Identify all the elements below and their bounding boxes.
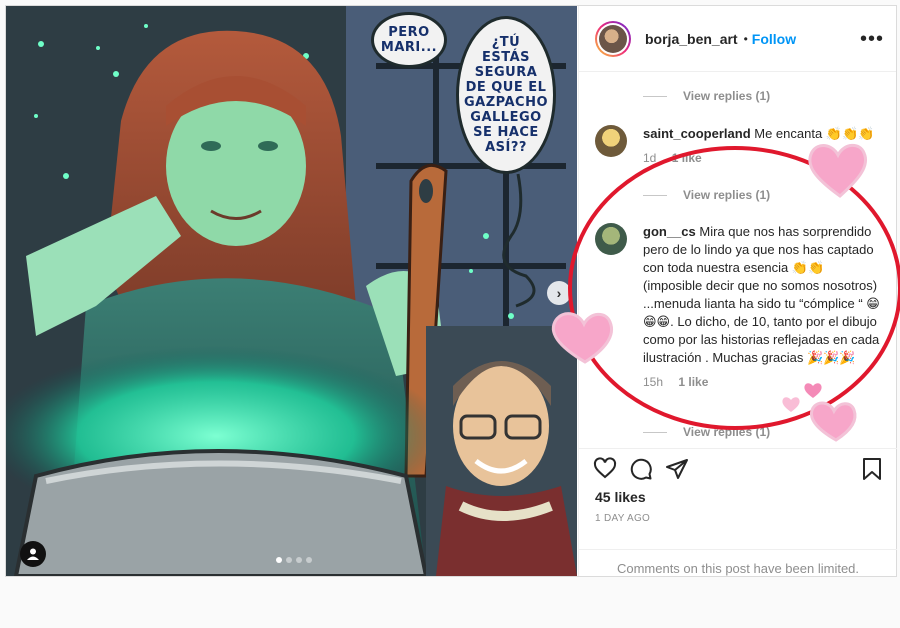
more-options-icon[interactable]: ••• [860, 28, 884, 51]
comments-limited-notice: Comments on this post have been limited. [579, 549, 897, 577]
view-replies-button[interactable]: View replies (1) [643, 425, 770, 439]
carousel-dot [286, 557, 292, 563]
post-actions: 45 likes 1 DAY AGO Comments on this post… [579, 448, 897, 576]
divider-line [643, 95, 667, 97]
comment-likes[interactable]: 1 like [672, 151, 702, 165]
commenter-username[interactable]: gon__cs [643, 224, 696, 239]
post-sidebar: borja_ben_art • Follow ••• View replies … [578, 6, 897, 576]
comment-meta: 1d 1 like [643, 151, 885, 165]
comment-text: saint_cooperland Me encanta 👏👏👏 [643, 125, 885, 143]
commenter-username[interactable]: saint_cooperland [643, 126, 751, 141]
view-replies-button[interactable]: View replies (1) [643, 89, 770, 103]
action-icon-row [593, 457, 689, 481]
post-header: borja_ben_art • Follow ••• [579, 6, 896, 72]
share-icon[interactable] [665, 457, 689, 481]
carousel-dot [296, 557, 302, 563]
follow-button[interactable]: Follow [752, 31, 796, 47]
chevron-right-icon: › [556, 285, 562, 301]
carousel-dot [306, 557, 312, 563]
view-replies-label: View replies (1) [683, 425, 771, 439]
comments-list: View replies (1) saint_cooperland Me enc… [579, 73, 897, 448]
author-avatar[interactable] [595, 20, 631, 57]
user-tag-icon [27, 548, 39, 560]
carousel-next-button[interactable]: › [547, 281, 571, 305]
post-image[interactable]: PERO MARI... ¿TÚ ESTÁS SEGURA DE QUE EL … [6, 6, 577, 576]
avatar-photo [599, 24, 627, 53]
heart-icon[interactable] [593, 457, 617, 481]
comment-meta: 15h 1 like [643, 375, 885, 389]
post-timestamp[interactable]: 1 DAY AGO [595, 513, 650, 524]
comment-item: gon__cs Mira que nos has sorprendido per… [595, 223, 885, 389]
comment-text: gon__cs Mira que nos has sorprendido per… [643, 223, 885, 367]
author-username[interactable]: borja_ben_art [645, 31, 738, 47]
view-replies-button[interactable]: View replies (1) [643, 188, 770, 202]
comment-likes[interactable]: 1 like [678, 375, 708, 389]
comment-time[interactable]: 1d [643, 151, 656, 165]
divider-line [643, 194, 667, 196]
comment-time[interactable]: 15h [643, 375, 663, 389]
comment-icon[interactable] [629, 457, 653, 481]
speech-bubble-gazpacho: ¿TÚ ESTÁS SEGURA DE QUE EL GAZPACHO GALL… [456, 16, 556, 174]
carousel-dot [276, 557, 282, 563]
view-replies-label: View replies (1) [683, 89, 771, 103]
speech-bubble-pero-mari: PERO MARI... [371, 12, 447, 68]
tagged-users-button[interactable] [20, 541, 46, 567]
comment-item: saint_cooperland Me encanta 👏👏👏 1d 1 lik… [595, 125, 885, 165]
instagram-post-frame: PERO MARI... ¿TÚ ESTÁS SEGURA DE QUE EL … [5, 5, 897, 577]
divider-line [643, 431, 667, 433]
comment-content: Me encanta 👏👏👏 [754, 126, 875, 141]
bookmark-icon[interactable] [861, 457, 883, 481]
commenter-avatar[interactable] [595, 125, 627, 157]
carousel-indicator [276, 557, 312, 563]
comment-content: Mira que nos has sorprendido pero de lo … [643, 224, 880, 365]
likes-count[interactable]: 45 likes [595, 489, 646, 505]
commenter-avatar[interactable] [595, 223, 627, 255]
separator-bullet: • [743, 31, 748, 46]
view-replies-label: View replies (1) [683, 188, 771, 202]
